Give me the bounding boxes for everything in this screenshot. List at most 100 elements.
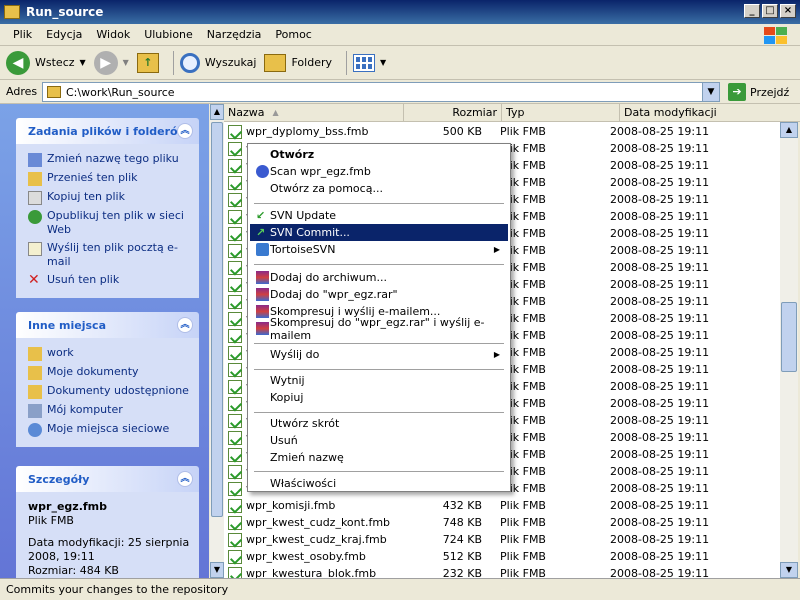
collapse-icon[interactable]: ︽ [177,317,193,333]
scroll-thumb[interactable] [781,302,797,372]
scroll-thumb[interactable] [211,122,223,517]
menu-item-add-rar[interactable]: Dodaj do "wpr_egz.rar" [250,286,508,303]
go-icon[interactable]: ➔ [728,83,746,101]
menu-item-svn-update[interactable]: ↙ SVN Update [250,207,508,224]
window-title: Run_source [26,5,104,19]
menu-pomoc[interactable]: Pomoc [268,28,318,41]
menu-item-delete[interactable]: Usuń [250,432,508,449]
file-row[interactable]: wpr_kwest_osoby.fmb 512 KB Plik FMB 2008-08… [224,548,780,565]
menu-item-open-with[interactable]: Otwórz za pomocą... [250,180,508,197]
collapse-icon[interactable]: ︽ [177,123,193,139]
panel-title: Szczegóły [28,472,90,486]
file-row[interactable]: wpr_dyplomy_bss.fmb 500 KB Plik FMB 2008-08… [224,123,780,140]
menu-plik[interactable]: Plik [6,28,39,41]
forward-dropdown-icon[interactable]: ▼ [123,58,129,67]
column-date[interactable]: Data modyfikacji [620,104,800,121]
toolbar-separator [172,50,174,75]
menu-item-cut[interactable]: Wytnij [250,372,508,389]
status-bar: Commits your changes to the repository [0,578,800,600]
scroll-down-button[interactable]: ▼ [780,562,798,578]
menu-item-add-archive[interactable]: Dodaj do archiwum... [250,269,508,286]
views-button[interactable]: ▼ [353,53,386,72]
menu-item-open[interactable]: Otwórz [250,146,508,163]
place-shared-documents[interactable]: Dokumenty udostępnione [28,384,191,399]
file-date: 2008-08-25 19:11 [610,176,710,189]
folders-button[interactable]: Foldery [264,53,332,72]
file-row[interactable]: wpr_kwestura_blok.fmb 232 KB Plik FMB 2008-… [224,565,780,578]
file-row[interactable]: wpr_kwest_cudz_kraj.fmb 724 KB Plik FMB 200… [224,531,780,548]
scan-icon [256,165,269,178]
file-type: Plik FMB [500,499,546,512]
file-date: 2008-08-25 19:11 [610,227,710,240]
task-move[interactable]: Przenieś ten plik [28,171,191,186]
fmb-file-icon [228,549,242,564]
up-folder-button[interactable]: ↑ [136,52,159,73]
menu-item-tortoisesvn[interactable]: TortoiseSVN ▶ [250,241,508,258]
panel-header[interactable]: Inne miejsca ︽ [16,312,199,338]
collapse-icon[interactable]: ︽ [177,471,193,487]
address-input[interactable]: C:\work\Run_source ▼ [42,82,720,102]
scroll-up-button[interactable]: ▲ [780,122,798,138]
menu-item-copy[interactable]: Kopiuj [250,389,508,406]
back-button[interactable]: ◀ Wstecz ▼ [6,50,86,75]
menu-narzedzia[interactable]: Narzędzia [200,28,269,41]
place-my-computer[interactable]: Mój komputer [28,403,191,418]
file-size: 232 KB [442,567,482,578]
task-pane-scrollbar[interactable]: ▲ ▼ [210,104,224,578]
file-date: 2008-08-25 19:11 [610,482,710,495]
file-list-scrollbar[interactable]: ▲ ▼ [780,122,798,578]
task-email[interactable]: Wyślij ten plik pocztą e-mail [28,241,191,269]
menu-item-properties[interactable]: Właściwości [250,475,508,492]
copy-icon [28,191,42,205]
svn-commit-icon: ↗ [256,226,266,239]
task-delete[interactable]: ✕ Usuń ten plik [28,273,191,288]
svn-update-icon: ↙ [256,209,266,222]
menu-item-rename[interactable]: Zmień nazwę [250,449,508,466]
fmb-file-icon [228,243,242,258]
forward-button[interactable]: ▶ ▼ [93,50,129,75]
menu-item-create-shortcut[interactable]: Utwórz skrót [250,415,508,432]
task-rename[interactable]: Zmień nazwę tego pliku [28,152,191,167]
column-name[interactable]: Nazwa ▲ [224,104,404,121]
context-menu: Otwórz Scan wpr_egz.fmb Otwórz za pomocą… [247,143,511,492]
place-my-documents[interactable]: Moje dokumenty [28,365,191,380]
panel-header[interactable]: Szczegóły ︽ [16,466,199,492]
file-date: 2008-08-25 19:11 [610,125,710,138]
back-dropdown-icon[interactable]: ▼ [80,58,86,67]
views-dropdown-icon[interactable]: ▼ [380,58,386,67]
place-network[interactable]: Moje miejsca sieciowe [28,422,191,437]
details-size: Rozmiar: 484 KB [28,564,119,577]
menu-separator [254,412,504,413]
menu-widok[interactable]: Widok [89,28,137,41]
panel-header[interactable]: Zadania plików i folderów ︽ [16,118,199,144]
fmb-file-icon [228,566,242,578]
menu-ulubione[interactable]: Ulubione [137,28,200,41]
file-date: 2008-08-25 19:11 [610,431,710,444]
scroll-up-button[interactable]: ▲ [210,104,224,120]
menu-edycja[interactable]: Edycja [39,28,89,41]
maximize-button[interactable]: □ [762,4,778,18]
file-row[interactable]: wpr_komisji.fmb 432 KB Plik FMB 2008-08-25 … [224,497,780,514]
close-button[interactable]: × [780,4,796,18]
address-dropdown-button[interactable]: ▼ [702,83,719,101]
file-name: wpr_kwestura_blok.fmb [246,567,377,578]
menu-item-svn-commit[interactable]: ↗ SVN Commit... [250,224,508,241]
search-button[interactable]: Wyszukaj [179,52,256,73]
task-publish[interactable]: Opublikuj ten plik w sieci Web [28,209,191,237]
place-work[interactable]: work [28,346,191,361]
go-button[interactable]: Przejdź [750,86,789,99]
menu-item-scan[interactable]: Scan wpr_egz.fmb [250,163,508,180]
folder-icon [28,347,42,361]
menu-item-send-to[interactable]: Wyślij do ▶ [250,346,508,363]
file-row[interactable]: wpr_kwest_cudz_kont.fmb 748 KB Plik FMB 200… [224,514,780,531]
fmb-file-icon [228,447,242,462]
menu-separator [254,203,504,204]
menu-item-compress-rar-email[interactable]: Skompresuj do "wpr_egz.rar" i wyślij e-m… [250,316,508,342]
fmb-file-icon [228,413,242,428]
column-type[interactable]: Typ [502,104,620,121]
scroll-down-button[interactable]: ▼ [210,562,224,578]
task-copy[interactable]: Kopiuj ten plik [28,190,191,205]
minimize-button[interactable]: _ [744,4,760,18]
column-size[interactable]: Rozmiar [404,104,502,121]
address-label: Adres [6,85,38,98]
